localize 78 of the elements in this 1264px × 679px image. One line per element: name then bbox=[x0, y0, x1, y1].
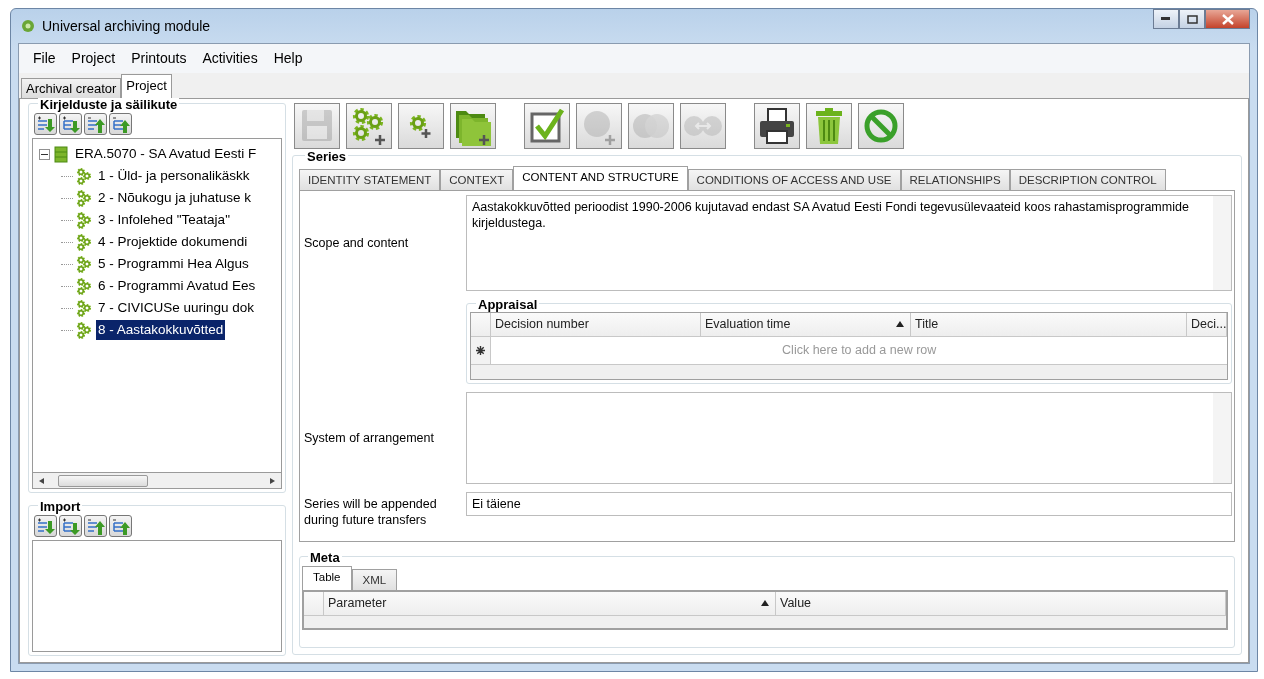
tab[interactable]: CONDITIONS OF ACCESS AND USE bbox=[687, 169, 901, 190]
gears-icon bbox=[75, 233, 93, 251]
collapse-toggle[interactable] bbox=[39, 148, 50, 160]
column-header[interactable]: Decision number bbox=[491, 313, 701, 336]
scope-field[interactable]: Aastakokkuvõtted perioodist 1990-2006 kujutavad endast SA Avatud Eesti Fondi tegevusülevaateid koos rahastamisprogrammide kirjeldustega. bbox=[466, 195, 1232, 291]
menu-item[interactable]: File bbox=[25, 46, 64, 71]
tab[interactable]: Project bbox=[121, 74, 172, 98]
arrangement-field[interactable] bbox=[466, 392, 1232, 484]
tab[interactable]: RELATIONSHIPS bbox=[900, 169, 1010, 190]
scrollbar-thumb[interactable] bbox=[58, 474, 148, 487]
tab[interactable]: DESCRIPTION CONTROL bbox=[1009, 169, 1166, 190]
list-up-arrow-icon bbox=[110, 114, 131, 134]
tree-item[interactable]: 5 - Programmi Hea Algus bbox=[96, 253, 251, 275]
field-label: System of arrangement bbox=[304, 429, 435, 447]
menu-item[interactable]: Help bbox=[265, 46, 311, 71]
menu-item[interactable]: Printouts bbox=[123, 46, 195, 71]
toolbar-button[interactable] bbox=[524, 103, 570, 149]
appended-field[interactable]: Ei täiene bbox=[466, 492, 1232, 516]
gears-icon bbox=[75, 299, 93, 317]
list-up-arrow-icon bbox=[110, 516, 131, 536]
tree-item[interactable]: 2 - Nõukogu ja juhatuse k bbox=[96, 187, 254, 209]
horizontal-scrollbar[interactable] bbox=[32, 473, 282, 489]
tab[interactable]: Archival creator bbox=[21, 78, 122, 98]
column-header[interactable]: Parameter bbox=[324, 592, 776, 615]
sort-ascending-icon bbox=[896, 321, 904, 328]
close-button[interactable] bbox=[1205, 9, 1250, 29]
column-header[interactable]: Title bbox=[911, 313, 1187, 336]
tree-item[interactable]: 3 - Infolehed "Teataja" bbox=[96, 209, 232, 231]
maximize-button[interactable] bbox=[1179, 9, 1205, 29]
list-up-arrow-icon bbox=[85, 114, 106, 134]
menu-item[interactable]: Project bbox=[63, 46, 124, 71]
tab[interactable]: IDENTITY STATEMENT bbox=[299, 169, 441, 190]
maximize-icon bbox=[1186, 14, 1198, 24]
sort-ascending-icon bbox=[761, 600, 769, 607]
gears-icon bbox=[75, 189, 93, 207]
group-title: Series bbox=[305, 150, 349, 164]
list-down-arrow-icon bbox=[60, 516, 81, 536]
tree-item[interactable]: 8 - Aastakokkuvõtted bbox=[96, 319, 226, 341]
tree-item[interactable]: 1 - Üld- ja personalikäskk bbox=[96, 165, 252, 187]
gears-icon bbox=[75, 255, 93, 273]
close-icon bbox=[1221, 13, 1234, 25]
asterisk-icon bbox=[476, 346, 485, 355]
scroll-right-icon[interactable] bbox=[270, 477, 275, 484]
field-label: Series will be appended during future transfers bbox=[304, 496, 438, 528]
vertical-scrollbar[interactable] bbox=[1213, 393, 1231, 483]
field-label: Scope and content bbox=[304, 234, 410, 252]
column-header[interactable]: Deci... bbox=[1187, 313, 1228, 336]
cabinet-icon bbox=[52, 145, 70, 163]
vertical-scrollbar[interactable] bbox=[1213, 196, 1231, 290]
list-down-arrow-icon bbox=[35, 114, 56, 134]
toolbar-button[interactable] bbox=[754, 103, 800, 149]
gears-icon bbox=[75, 277, 93, 295]
minimize-icon bbox=[1161, 17, 1171, 21]
window-title: Universal archiving module bbox=[42, 16, 211, 36]
tree-item[interactable]: 7 - CIVICUSe uuringu dok bbox=[96, 297, 257, 319]
column-header[interactable]: Evaluation time bbox=[701, 313, 911, 336]
group-title: Meta bbox=[308, 551, 342, 565]
column-header[interactable]: Value bbox=[776, 592, 1226, 615]
group-title: Kirjelduste ja säilikute bbox=[38, 98, 180, 112]
tab[interactable]: XML bbox=[351, 569, 398, 590]
menu-item[interactable]: Activities bbox=[194, 46, 266, 71]
list-up-arrow-icon bbox=[85, 516, 106, 536]
tree-item[interactable]: 6 - Programmi Avatud Ees bbox=[96, 275, 258, 297]
tab[interactable]: Table bbox=[302, 566, 352, 590]
group-title: Import bbox=[38, 500, 83, 514]
gears-icon bbox=[75, 211, 93, 229]
tab[interactable]: CONTENT AND STRUCTURE bbox=[513, 166, 688, 190]
tab[interactable]: CONTEXT bbox=[440, 169, 514, 190]
tree-item[interactable]: 4 - Projektide dokumendi bbox=[96, 231, 250, 253]
group-title: Appraisal bbox=[476, 298, 540, 312]
gears-icon bbox=[75, 321, 93, 339]
minimize-button[interactable] bbox=[1153, 9, 1179, 29]
list-down-arrow-icon bbox=[60, 114, 81, 134]
tree-item[interactable]: ERA.5070 - SA Avatud Eesti F bbox=[73, 143, 259, 165]
gears-icon bbox=[75, 167, 93, 185]
scroll-left-icon[interactable] bbox=[39, 477, 44, 484]
list-down-arrow-icon bbox=[35, 516, 56, 536]
app-icon bbox=[20, 18, 36, 35]
